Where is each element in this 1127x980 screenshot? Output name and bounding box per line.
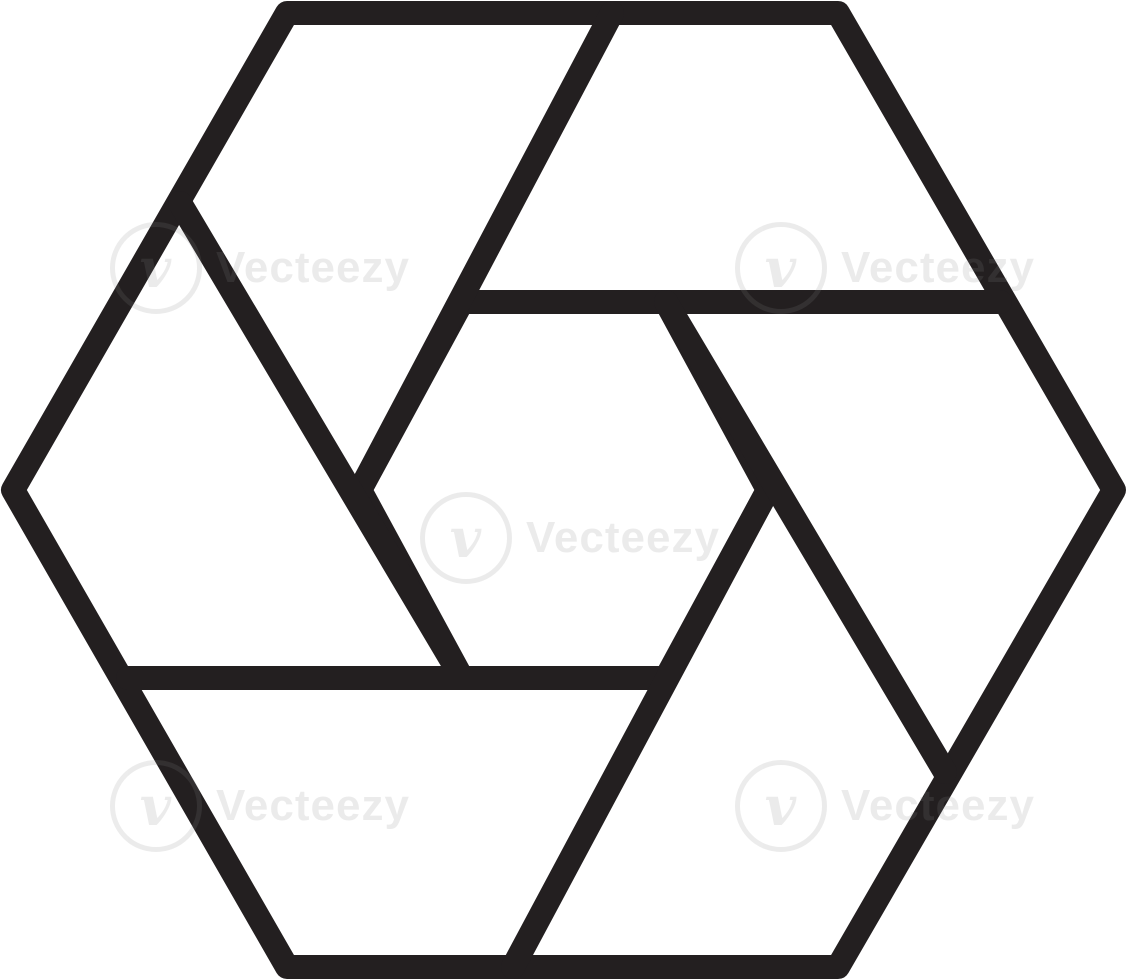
blade-divider-right	[654, 290, 957, 784]
image-canvas: v Vecteezy v Vecteezy v Vecteezy v Vecte…	[0, 0, 1127, 980]
blade-divider-bottom-right	[501, 478, 780, 979]
blade-divider-top-left	[348, 1, 624, 502]
outer-hexagon	[1, 1, 1126, 979]
blade-divider-left	[168, 191, 474, 690]
shutter-aperture-hexagon-icon	[1, 1, 1126, 979]
